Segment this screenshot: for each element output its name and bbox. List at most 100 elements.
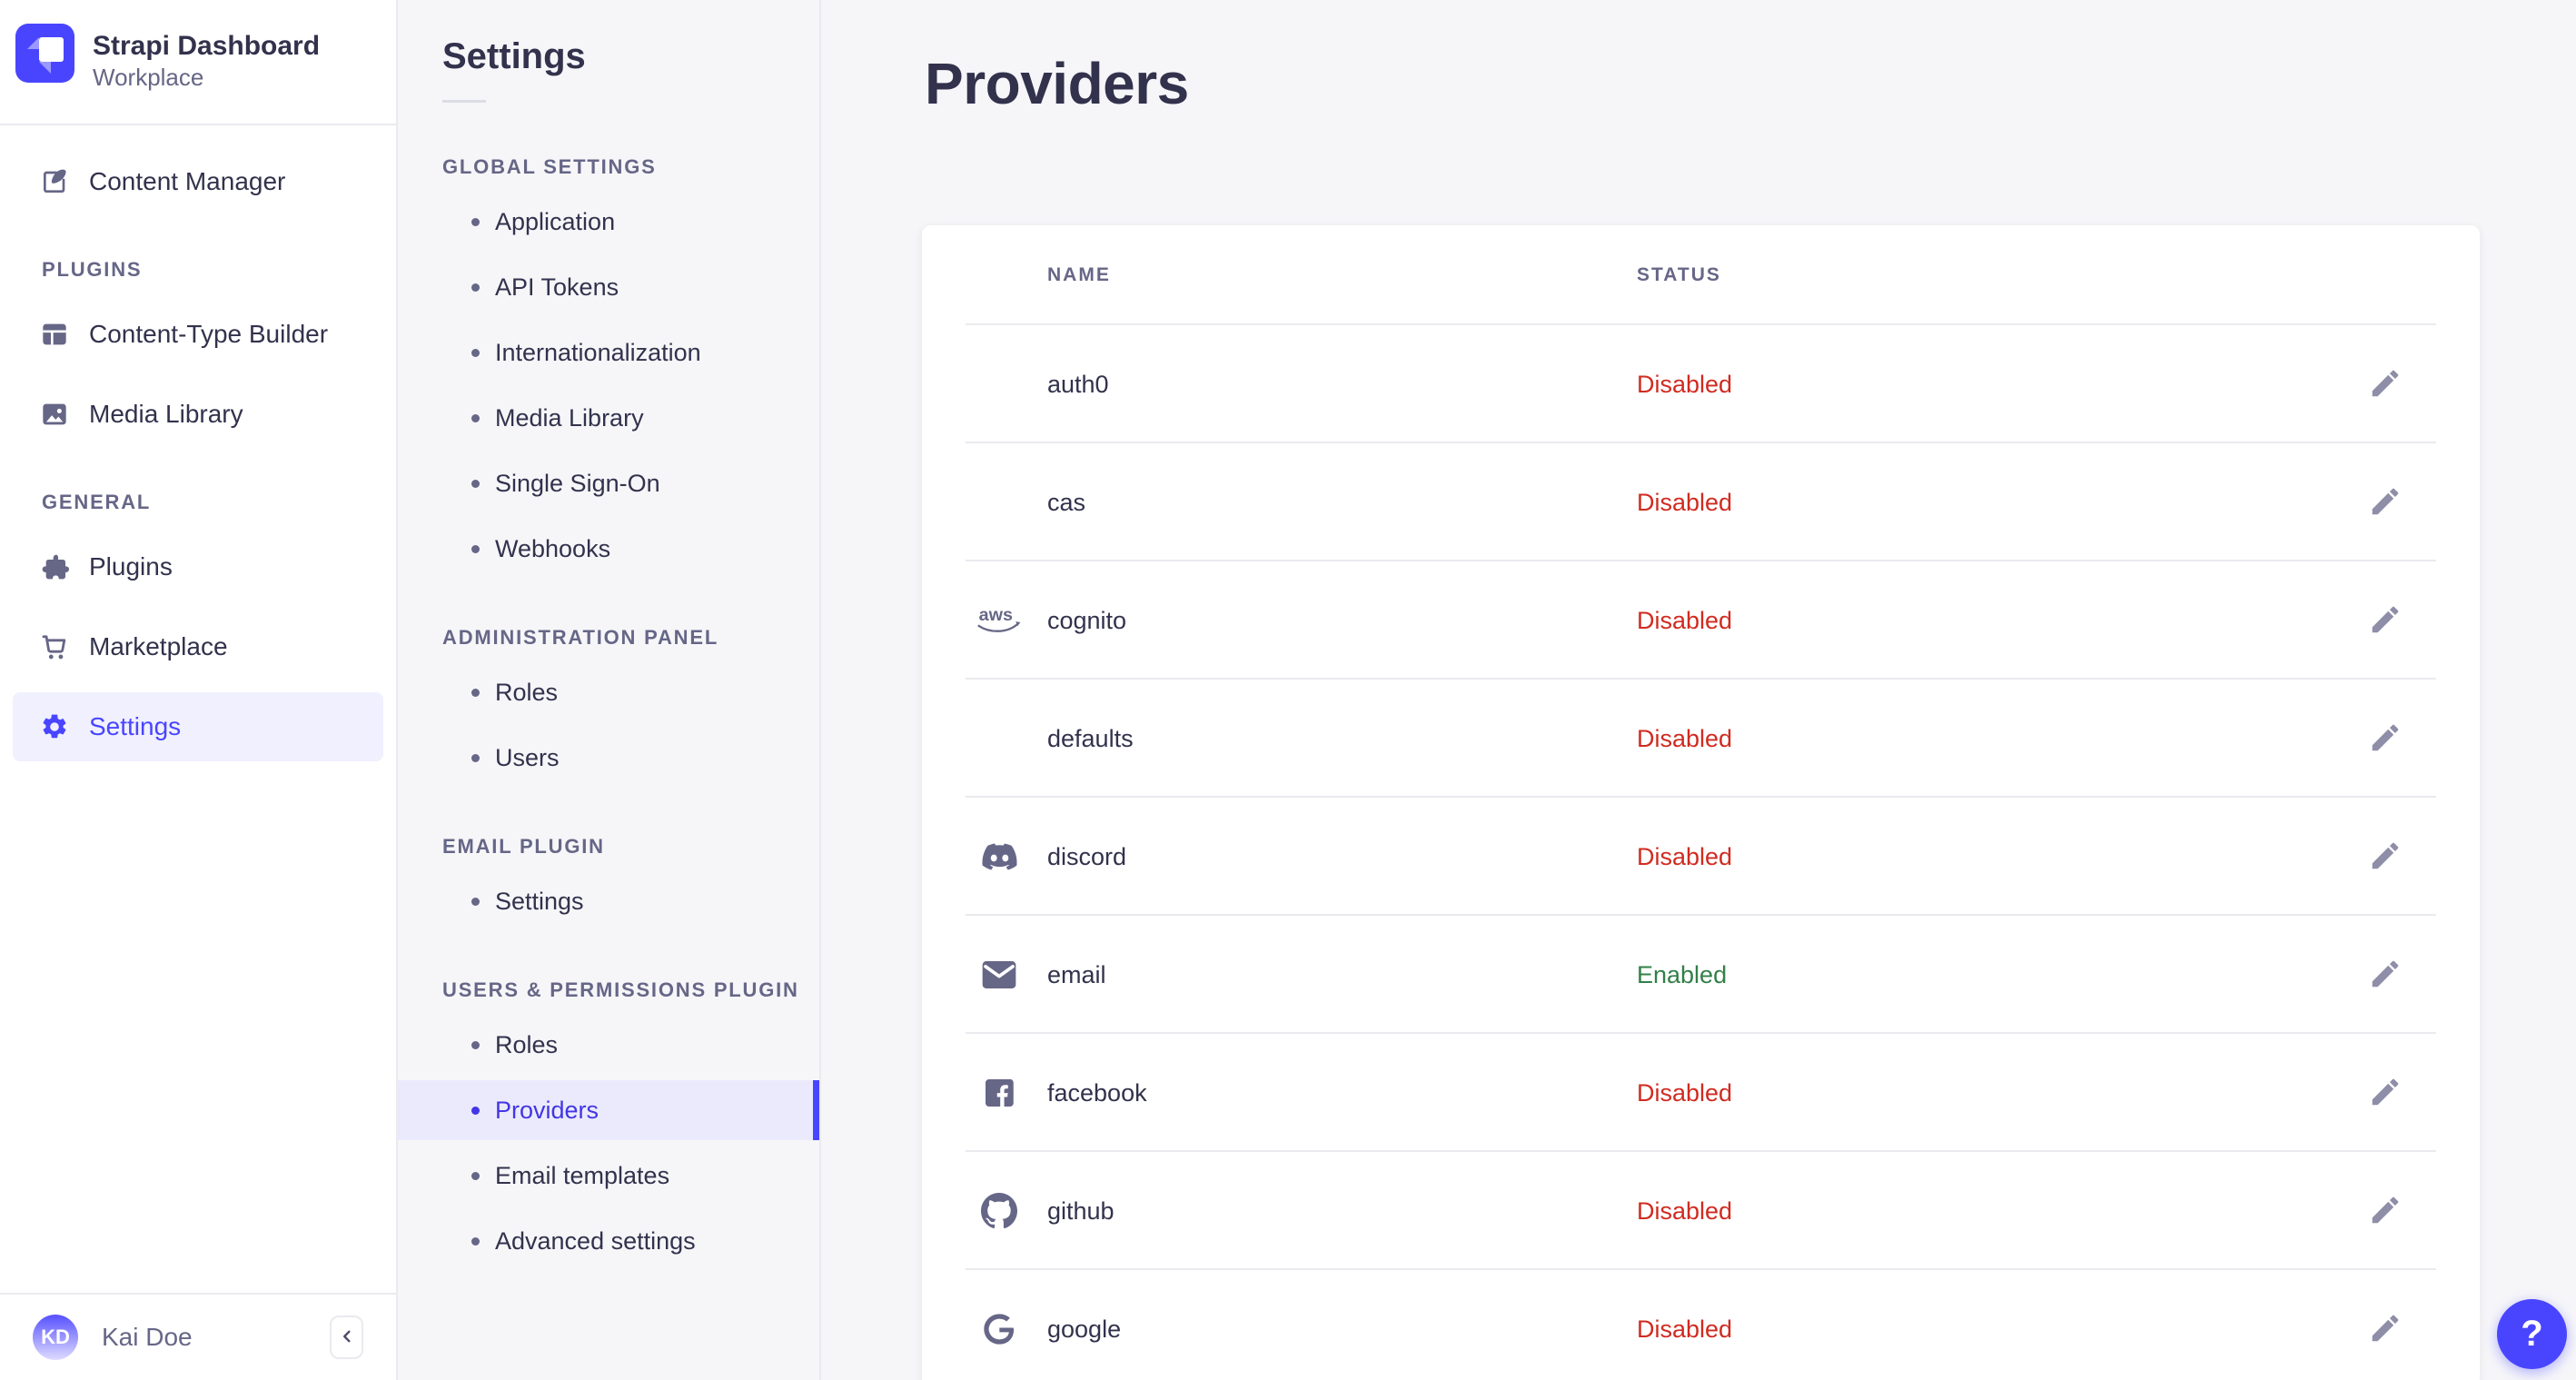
image-icon (40, 400, 69, 429)
bullet-icon (471, 897, 480, 906)
sidebar-item-content-type-builder[interactable]: Content-Type Builder (13, 300, 383, 369)
edit-provider-button[interactable] (2365, 364, 2405, 404)
provider-row-google[interactable]: google Disabled (922, 1270, 2480, 1380)
user-name: Kai Doe (102, 1323, 193, 1351)
provider-row-cas[interactable]: cas Disabled (922, 443, 2480, 561)
settings-nav-item-label: Single Sign-On (495, 469, 660, 497)
sidebar-section-label-general: GENERAL (42, 491, 152, 513)
provider-status: Disabled (1637, 724, 1733, 752)
edit-provider-button[interactable] (2365, 719, 2405, 759)
settings-section-global-settings: GLOBAL SETTINGS Application API Tokens Inte… (398, 155, 819, 579)
bullet-icon (471, 688, 480, 697)
provider-name-cell: cas (922, 489, 1637, 517)
brand: Strapi Dashboard Workplace (0, 0, 396, 93)
settings-nav-item-label: Settings (495, 887, 584, 915)
sidebar-nav: Content Manager PLUGINS Content-Type Build… (0, 125, 396, 761)
edit-provider-button[interactable] (2365, 1309, 2405, 1349)
bullet-icon (471, 1236, 480, 1246)
pencil-icon (2368, 957, 2403, 994)
sidebar-item-plugins[interactable]: Plugins (13, 532, 383, 601)
settings-nav-item-users[interactable]: Users (398, 728, 819, 788)
settings-nav-item-api-tokens[interactable]: API Tokens (398, 257, 819, 317)
provider-edit-cell (2316, 482, 2480, 522)
settings-nav-item-media-library[interactable]: Media Library (398, 388, 819, 448)
sidebar-item-label: Plugins (89, 552, 173, 581)
provider-row-auth0[interactable]: auth0 Disabled (922, 325, 2480, 443)
settings-nav-item-internationalization[interactable]: Internationalization (398, 323, 819, 382)
provider-status: Disabled (1637, 606, 1733, 634)
feather-icon (40, 167, 69, 196)
strapi-logo-icon (15, 24, 74, 83)
provider-edit-cell (2316, 1309, 2480, 1349)
provider-row-github[interactable]: github Disabled (922, 1152, 2480, 1270)
settings-section-items: Settings (398, 871, 819, 931)
provider-name-cell: google (922, 1311, 1637, 1347)
edit-provider-button[interactable] (2365, 601, 2405, 640)
provider-row-cognito[interactable]: aws cognito Disabled (922, 561, 2480, 680)
settings-nav-item-label: Internationalization (495, 338, 701, 366)
edit-provider-button[interactable] (2365, 1073, 2405, 1113)
edit-provider-button[interactable] (2365, 837, 2405, 877)
provider-name-cell: github (922, 1193, 1637, 1229)
settings-nav-item-label: Providers (495, 1096, 599, 1124)
provider-edit-cell (2316, 1191, 2480, 1231)
provider-name: facebook (1047, 1078, 1147, 1107)
pencil-icon (2368, 1193, 2403, 1230)
bullet-icon (471, 217, 480, 226)
sidebar-item-content-manager[interactable]: Content Manager (13, 147, 383, 216)
provider-row-facebook[interactable]: facebook Disabled (922, 1034, 2480, 1152)
help-button[interactable]: ? (2497, 1299, 2567, 1369)
provider-row-discord[interactable]: discord Disabled (922, 798, 2480, 916)
pencil-icon (2368, 839, 2403, 876)
settings-section-label-administration-panel: ADMINISTRATION PANEL (442, 626, 719, 649)
bullet-icon (471, 753, 480, 762)
sidebar-group: Content Manager (0, 147, 396, 216)
settings-section-email-plugin: EMAIL PLUGIN Settings (398, 835, 819, 931)
settings-nav-item-webhooks[interactable]: Webhooks (398, 519, 819, 579)
edit-provider-button[interactable] (2365, 482, 2405, 522)
sidebar-item-label: Settings (89, 712, 182, 740)
settings-nav-item-application[interactable]: Application (398, 192, 819, 252)
settings-section-items: Roles Providers Email templates Advanced se… (398, 1015, 819, 1271)
main-content: Providers NAME STATUS auth0 Disabled cas Di… (821, 0, 2576, 1380)
provider-edit-cell (2316, 601, 2480, 640)
sidebar-item-media-library[interactable]: Media Library (13, 380, 383, 449)
provider-name: auth0 (1047, 370, 1109, 398)
sidebar-item-label: Content Manager (89, 167, 286, 195)
sidebar-item-settings[interactable]: Settings (13, 692, 383, 761)
provider-name-cell: defaults (922, 725, 1637, 753)
provider-row-email[interactable]: email Enabled (922, 916, 2480, 1034)
collapse-sidebar-button[interactable] (330, 1315, 363, 1359)
sidebar-item-marketplace[interactable]: Marketplace (13, 612, 383, 681)
provider-status: Disabled (1637, 1196, 1733, 1225)
settings-nav-item-label: Email templates (495, 1161, 670, 1189)
settings-section-items: Roles Users (398, 662, 819, 788)
settings-nav-item-single-sign-on[interactable]: Single Sign-On (398, 453, 819, 513)
provider-edit-cell (2316, 364, 2480, 404)
settings-subnav-title: Settings (442, 36, 586, 76)
edit-provider-button[interactable] (2365, 1191, 2405, 1231)
settings-nav-item-settings[interactable]: Settings (398, 871, 819, 931)
layout-icon (40, 320, 69, 349)
settings-title-underline (442, 100, 486, 103)
pencil-icon (2368, 720, 2403, 758)
settings-section-label-email-plugin: EMAIL PLUGIN (442, 835, 605, 858)
settings-nav-item-providers[interactable]: Providers (398, 1080, 819, 1140)
provider-edit-cell (2316, 719, 2480, 759)
bullet-icon (471, 1106, 480, 1115)
provider-status: Enabled (1637, 960, 1728, 988)
settings-nav-item-roles[interactable]: Roles (398, 1015, 819, 1075)
google-icon (973, 1311, 1025, 1347)
provider-name: discord (1047, 842, 1127, 870)
edit-provider-button[interactable] (2365, 955, 2405, 995)
provider-name-cell: aws cognito (922, 602, 1637, 639)
settings-nav-item-advanced-settings[interactable]: Advanced settings (398, 1211, 819, 1271)
provider-row-defaults[interactable]: defaults Disabled (922, 680, 2480, 798)
sidebar-section-label-plugins: PLUGINS (42, 258, 143, 281)
bullet-icon (471, 348, 480, 357)
settings-nav-item-roles[interactable]: Roles (398, 662, 819, 722)
settings-nav-item-email-templates[interactable]: Email templates (398, 1146, 819, 1206)
settings-nav-item-label: Roles (495, 678, 559, 706)
pencil-icon (2368, 602, 2403, 640)
pencil-icon (2368, 484, 2403, 521)
